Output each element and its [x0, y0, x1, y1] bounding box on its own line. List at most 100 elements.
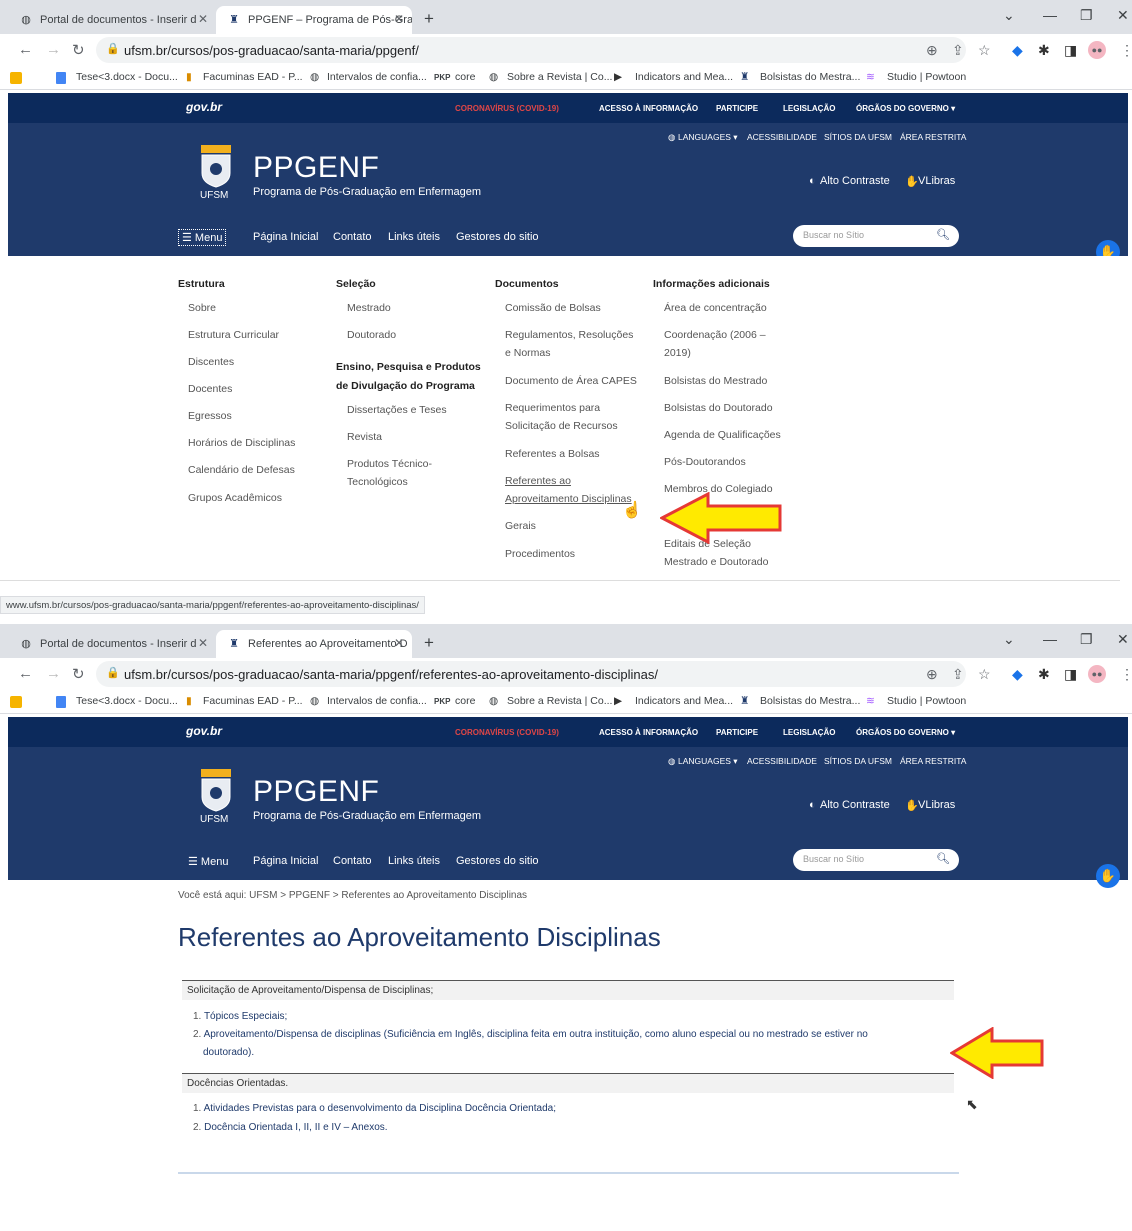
- menu-item-bolsistas-doutorado[interactable]: Bolsistas do Doutorado: [664, 399, 773, 417]
- menu-item-mestrado[interactable]: Mestrado: [347, 299, 391, 317]
- kebab-menu-icon[interactable]: ⋮: [1120, 666, 1132, 683]
- side-panel-icon[interactable]: ◨: [1064, 42, 1077, 59]
- bookmark-item[interactable]: Indicators and Mea...: [635, 71, 733, 83]
- alto-contraste-link[interactable]: Alto Contraste: [820, 799, 890, 811]
- minimize-icon[interactable]: —: [1043, 631, 1057, 647]
- menu-item-coordenacao-line2[interactable]: 2019): [664, 344, 691, 362]
- nav-gestores[interactable]: Gestores do sitio: [456, 855, 539, 867]
- menu-item-pos-doutorandos[interactable]: Pós-Doutorandos: [664, 453, 746, 471]
- menu-item-produtos[interactable]: Produtos Técnico-: [347, 455, 432, 473]
- bookmark-item[interactable]: core: [455, 695, 475, 707]
- address-bar[interactable]: 🔒 ufsm.br/cursos/pos-graduacao/santa-mar…: [96, 661, 966, 687]
- menu-item-requerimentos-line2[interactable]: Solicitação de Recursos: [505, 417, 618, 435]
- vlibras-link[interactable]: VLibras: [918, 175, 955, 187]
- extensions-puzzle-icon[interactable]: ✱: [1038, 42, 1050, 59]
- nav-pagina-inicial[interactable]: Página Inicial: [253, 231, 318, 243]
- bookmark-item[interactable]: Bolsistas do Mestra...: [760, 695, 860, 707]
- gov-link-orgaos[interactable]: ÓRGÃOS DO GOVERNO ▾: [856, 104, 955, 113]
- menu-item-bolsistas-mestrado[interactable]: Bolsistas do Mestrado: [664, 372, 767, 390]
- acessibilidade-link[interactable]: ACESSIBILIDADE: [747, 756, 817, 766]
- gov-link-participe[interactable]: PARTICIPE: [716, 728, 758, 737]
- bookmark-item[interactable]: Studio | Powtoon: [887, 71, 966, 83]
- menu-item-comissao-bolsas[interactable]: Comissão de Bolsas: [505, 299, 601, 317]
- menu-item-doutorado[interactable]: Doutorado: [347, 326, 396, 344]
- menu-item-gerais[interactable]: Gerais: [505, 517, 536, 535]
- nav-contato[interactable]: Contato: [333, 231, 372, 243]
- gov-link-covid[interactable]: CORONAVÍRUS (COVID-19): [455, 728, 559, 737]
- apps-icon[interactable]: [10, 72, 22, 84]
- bookmark-item[interactable]: Studio | Powtoon: [887, 695, 966, 707]
- share-icon[interactable]: ⇪: [952, 42, 964, 59]
- kebab-menu-icon[interactable]: ⋮: [1120, 42, 1132, 59]
- tab-portal-documentos[interactable]: ◍ Portal de documentos - Inserir d ✕: [8, 6, 216, 34]
- area-restrita-link[interactable]: ÁREA RESTRITA: [900, 132, 966, 142]
- bookmark-item[interactable]: Indicators and Mea...: [635, 695, 733, 707]
- tab-search-icon[interactable]: ⌄: [1003, 7, 1015, 24]
- menu-item-referentes-aproveitamento-line2[interactable]: Aproveitamento Disciplinas: [505, 490, 632, 508]
- menu-item-regulamentos-line2[interactable]: e Normas: [505, 344, 551, 362]
- area-restrita-link[interactable]: ÁREA RESTRITA: [900, 756, 966, 766]
- menu-item-agenda-qualificacoes[interactable]: Agenda de Qualificações: [664, 426, 781, 444]
- sitios-link[interactable]: SÍTIOS DA UFSM: [824, 132, 892, 142]
- close-tab-icon[interactable]: ✕: [394, 636, 404, 650]
- menu-item-coordenacao[interactable]: Coordenação (2006 –: [664, 326, 766, 344]
- menu-item-dissertacoes[interactable]: Dissertações e Teses: [347, 401, 447, 419]
- minimize-icon[interactable]: —: [1043, 7, 1057, 23]
- new-tab-icon[interactable]: +: [424, 9, 434, 29]
- bookmark-item[interactable]: Tese<3.docx - Docu...: [76, 71, 178, 83]
- nav-gestores[interactable]: Gestores do sitio: [456, 231, 539, 243]
- languages-link[interactable]: LANGUAGES ▾: [678, 132, 738, 143]
- acessibilidade-link[interactable]: ACESSIBILIDADE: [747, 132, 817, 142]
- menu-item-referentes-aproveitamento[interactable]: Referentes ao: [505, 472, 571, 490]
- search-icon[interactable]: 🔍︎: [936, 852, 950, 865]
- forward-icon[interactable]: →: [46, 41, 61, 58]
- site-brand[interactable]: PPGENF: [253, 151, 379, 185]
- zoom-icon[interactable]: ⊕: [926, 42, 938, 59]
- list-item[interactable]: 1. Tópicos Especiais;: [193, 1008, 287, 1026]
- site-search-input[interactable]: Buscar no Sítio 🔍︎: [793, 849, 959, 871]
- address-bar[interactable]: 🔒 ufsm.br/cursos/pos-graduacao/santa-mar…: [96, 37, 966, 63]
- reload-icon[interactable]: ↻: [72, 665, 85, 683]
- bookmark-item[interactable]: Bolsistas do Mestra...: [760, 71, 860, 83]
- list-item[interactable]: 2. Docência Orientada I, II, II e IV – A…: [193, 1119, 388, 1137]
- menu-item-editais-line2[interactable]: Mestrado e Doutorado: [664, 553, 768, 571]
- menu-item-referentes-bolsas[interactable]: Referentes a Bolsas: [505, 445, 600, 463]
- bookmark-item[interactable]: Sobre a Revista | Co...: [507, 695, 612, 707]
- menu-item-sobre[interactable]: Sobre: [188, 299, 216, 317]
- tab-referentes[interactable]: ♜ Referentes ao Aproveitamento D ✕: [216, 630, 412, 658]
- restore-icon[interactable]: ❐: [1080, 7, 1093, 24]
- menu-item-calendario[interactable]: Calendário de Defesas: [188, 461, 295, 479]
- govbr-logo[interactable]: gov.br: [186, 724, 222, 738]
- side-panel-icon[interactable]: ◨: [1064, 666, 1077, 683]
- ufsm-logo[interactable]: UFSM: [198, 767, 234, 827]
- bookmark-item[interactable]: Tese<3.docx - Docu...: [76, 695, 178, 707]
- back-icon[interactable]: ←: [18, 665, 33, 682]
- bookmark-item[interactable]: Intervalos de confia...: [327, 71, 427, 83]
- nav-links-uteis[interactable]: Links úteis: [388, 855, 440, 867]
- menu-item-egressos[interactable]: Egressos: [188, 407, 232, 425]
- nav-pagina-inicial[interactable]: Página Inicial: [253, 855, 318, 867]
- menu-item-horarios[interactable]: Horários de Disciplinas: [188, 434, 295, 452]
- search-icon[interactable]: 🔍︎: [936, 228, 950, 241]
- restore-icon[interactable]: ❐: [1080, 631, 1093, 648]
- tab-search-icon[interactable]: ⌄: [1003, 631, 1015, 648]
- zoom-icon[interactable]: ⊕: [926, 666, 938, 683]
- close-tab-icon[interactable]: ✕: [198, 636, 208, 650]
- menu-item-discentes[interactable]: Discentes: [188, 353, 234, 371]
- alto-contraste-link[interactable]: Alto Contraste: [820, 175, 890, 187]
- bookmark-item[interactable]: Facuminas EAD - P...: [203, 71, 303, 83]
- languages-link[interactable]: LANGUAGES ▾: [678, 756, 738, 767]
- menu-item-requerimentos[interactable]: Requerimentos para: [505, 399, 600, 417]
- tab-ppgenf[interactable]: ♜ PPGENF – Programa de Pós-Grad ✕: [216, 6, 412, 34]
- gov-link-participe[interactable]: PARTICIPE: [716, 104, 758, 113]
- close-window-icon[interactable]: ✕: [1117, 631, 1129, 648]
- bookmark-item[interactable]: Sobre a Revista | Co...: [507, 71, 612, 83]
- extensions-puzzle-icon[interactable]: ✱: [1038, 666, 1050, 683]
- menu-item-estrutura-curricular[interactable]: Estrutura Curricular: [188, 326, 279, 344]
- forward-icon[interactable]: →: [46, 665, 61, 682]
- bookmark-star-icon[interactable]: ☆: [978, 666, 991, 683]
- menu-item-docentes[interactable]: Docentes: [188, 380, 232, 398]
- bookmark-item[interactable]: Intervalos de confia...: [327, 695, 427, 707]
- gov-link-acesso[interactable]: ACESSO À INFORMAÇÃO: [599, 104, 698, 113]
- menu-button[interactable]: ☰ Menu: [188, 855, 228, 868]
